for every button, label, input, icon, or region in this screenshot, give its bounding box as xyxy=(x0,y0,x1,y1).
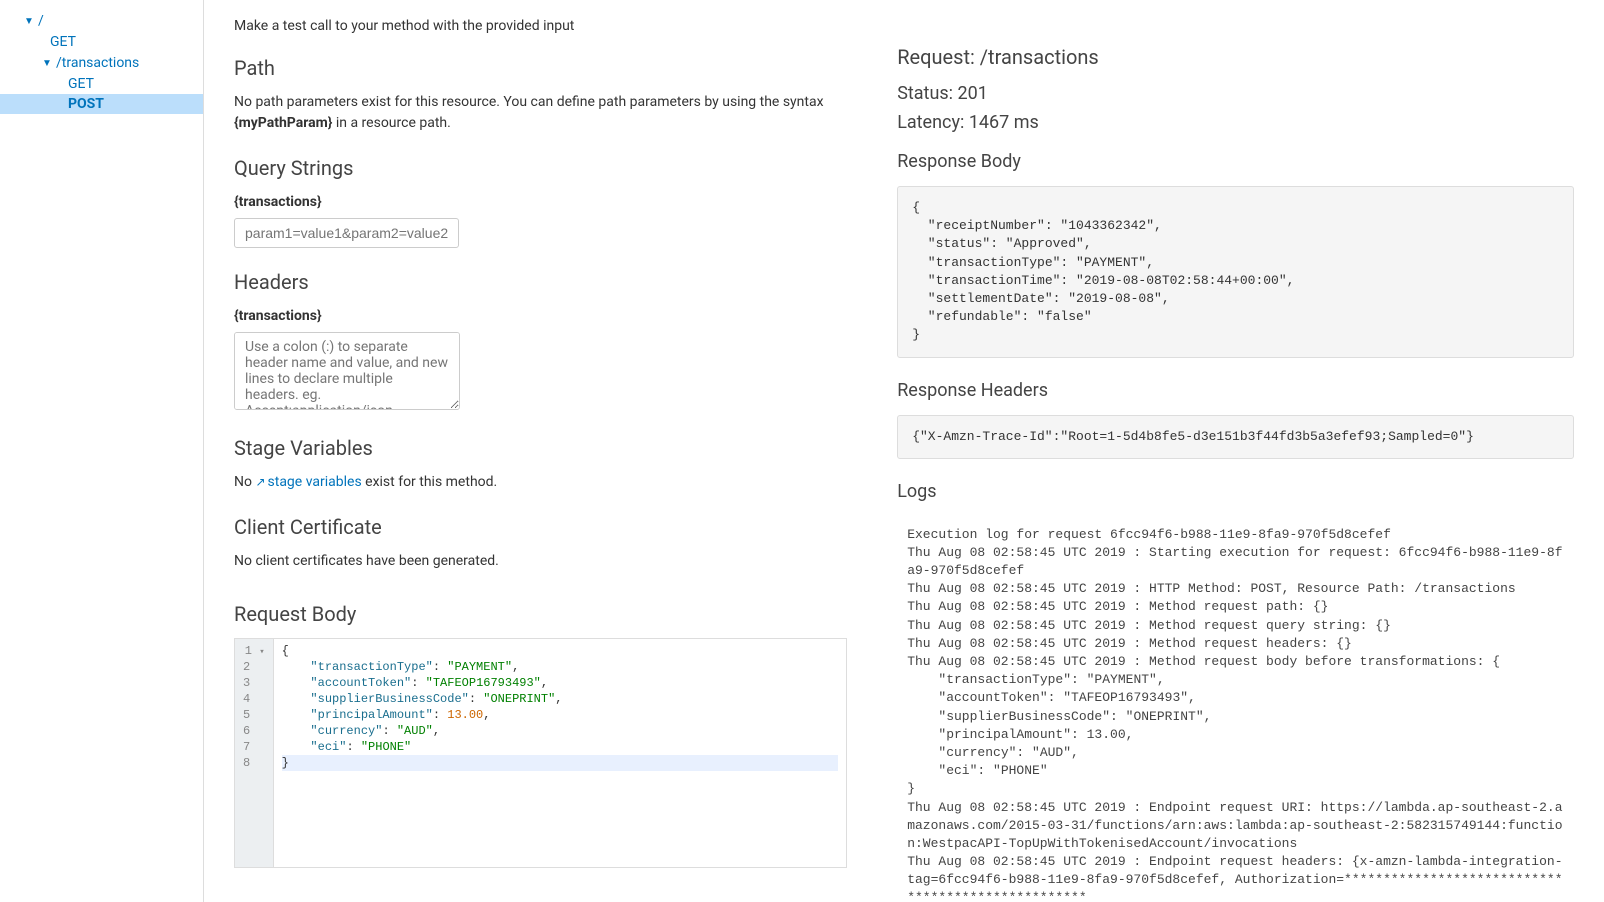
stage-no: No xyxy=(234,474,255,490)
stage-link-text: stage variables xyxy=(268,474,362,490)
response-headers-block: {"X-Amzn-Trace-Id":"Root=1-5d4b8fe5-d3e1… xyxy=(897,415,1574,459)
client-cert-text: No client certificates have been generat… xyxy=(234,551,847,572)
tree-method-get-root[interactable]: GET xyxy=(0,32,203,52)
response-body-title: Response Body xyxy=(897,151,1574,172)
response-body-block: { "receiptNumber": "1043362342", "status… xyxy=(897,186,1574,358)
path-section-title: Path xyxy=(234,56,847,80)
path-text-1: No path parameters exist for this resour… xyxy=(234,94,824,110)
path-param-example: {myPathParam} xyxy=(234,115,332,131)
tree-resource-transactions[interactable]: ▼ /transactions xyxy=(0,52,203,74)
resource-tree-sidebar: ▼ / GET ▼ /transactions GET POST xyxy=(0,0,204,902)
client-cert-title: Client Certificate xyxy=(234,515,847,539)
left-panel: Make a test call to your method with the… xyxy=(234,0,877,902)
request-body-editor[interactable]: 1 ▾ 2 3 4 5 6 7 8 { "transactionType": "… xyxy=(234,638,847,868)
path-text-2: in a resource path. xyxy=(332,115,450,131)
latency-line: Latency: 1467 ms xyxy=(897,112,1574,133)
path-section-text: No path parameters exist for this resour… xyxy=(234,92,847,134)
logs-title: Logs xyxy=(897,481,1574,502)
latency-value: 1467 ms xyxy=(969,112,1039,133)
latency-label: Latency: xyxy=(897,112,969,133)
request-label: Request: xyxy=(897,45,980,69)
intro-text: Make a test call to your method with the… xyxy=(234,18,847,34)
tree-root[interactable]: ▼ / xyxy=(0,10,203,32)
status-label: Status: xyxy=(897,83,957,104)
request-value: /transactions xyxy=(980,45,1099,69)
editor-gutter: 1 ▾ 2 3 4 5 6 7 8 xyxy=(235,639,274,867)
stage-variables-link[interactable]: ↗stage variables xyxy=(255,474,361,490)
request-line: Request: /transactions xyxy=(897,45,1574,69)
tree-resource-label: /transactions xyxy=(56,55,139,71)
headers-label: {transactions} xyxy=(234,308,847,324)
logs-block: Execution log for request 6fcc94f6-b988-… xyxy=(897,516,1574,902)
headers-section-title: Headers xyxy=(234,270,847,294)
tree-method-post[interactable]: POST xyxy=(0,94,203,114)
editor-content[interactable]: { "transactionType": "PAYMENT", "account… xyxy=(274,639,847,867)
response-headers-title: Response Headers xyxy=(897,380,1574,401)
tree-method-get[interactable]: GET xyxy=(0,74,203,94)
external-link-icon: ↗ xyxy=(255,475,265,489)
query-label: {transactions} xyxy=(234,194,847,210)
right-panel: Request: /transactions Status: 201 Laten… xyxy=(877,0,1574,902)
stage-vars-text: No ↗stage variables exist for this metho… xyxy=(234,472,847,493)
stage-after: exist for this method. xyxy=(362,474,498,490)
request-body-title: Request Body xyxy=(234,602,847,626)
stage-vars-title: Stage Variables xyxy=(234,436,847,460)
headers-textarea[interactable] xyxy=(234,332,460,410)
main-content: Make a test call to your method with the… xyxy=(204,0,1604,902)
tree-root-label: / xyxy=(38,13,44,29)
status-line: Status: 201 xyxy=(897,83,1574,104)
caret-down-icon: ▼ xyxy=(24,16,34,27)
query-string-input[interactable] xyxy=(234,218,459,248)
caret-down-icon: ▼ xyxy=(42,58,52,69)
query-section-title: Query Strings xyxy=(234,156,847,180)
status-value: 201 xyxy=(957,83,987,104)
